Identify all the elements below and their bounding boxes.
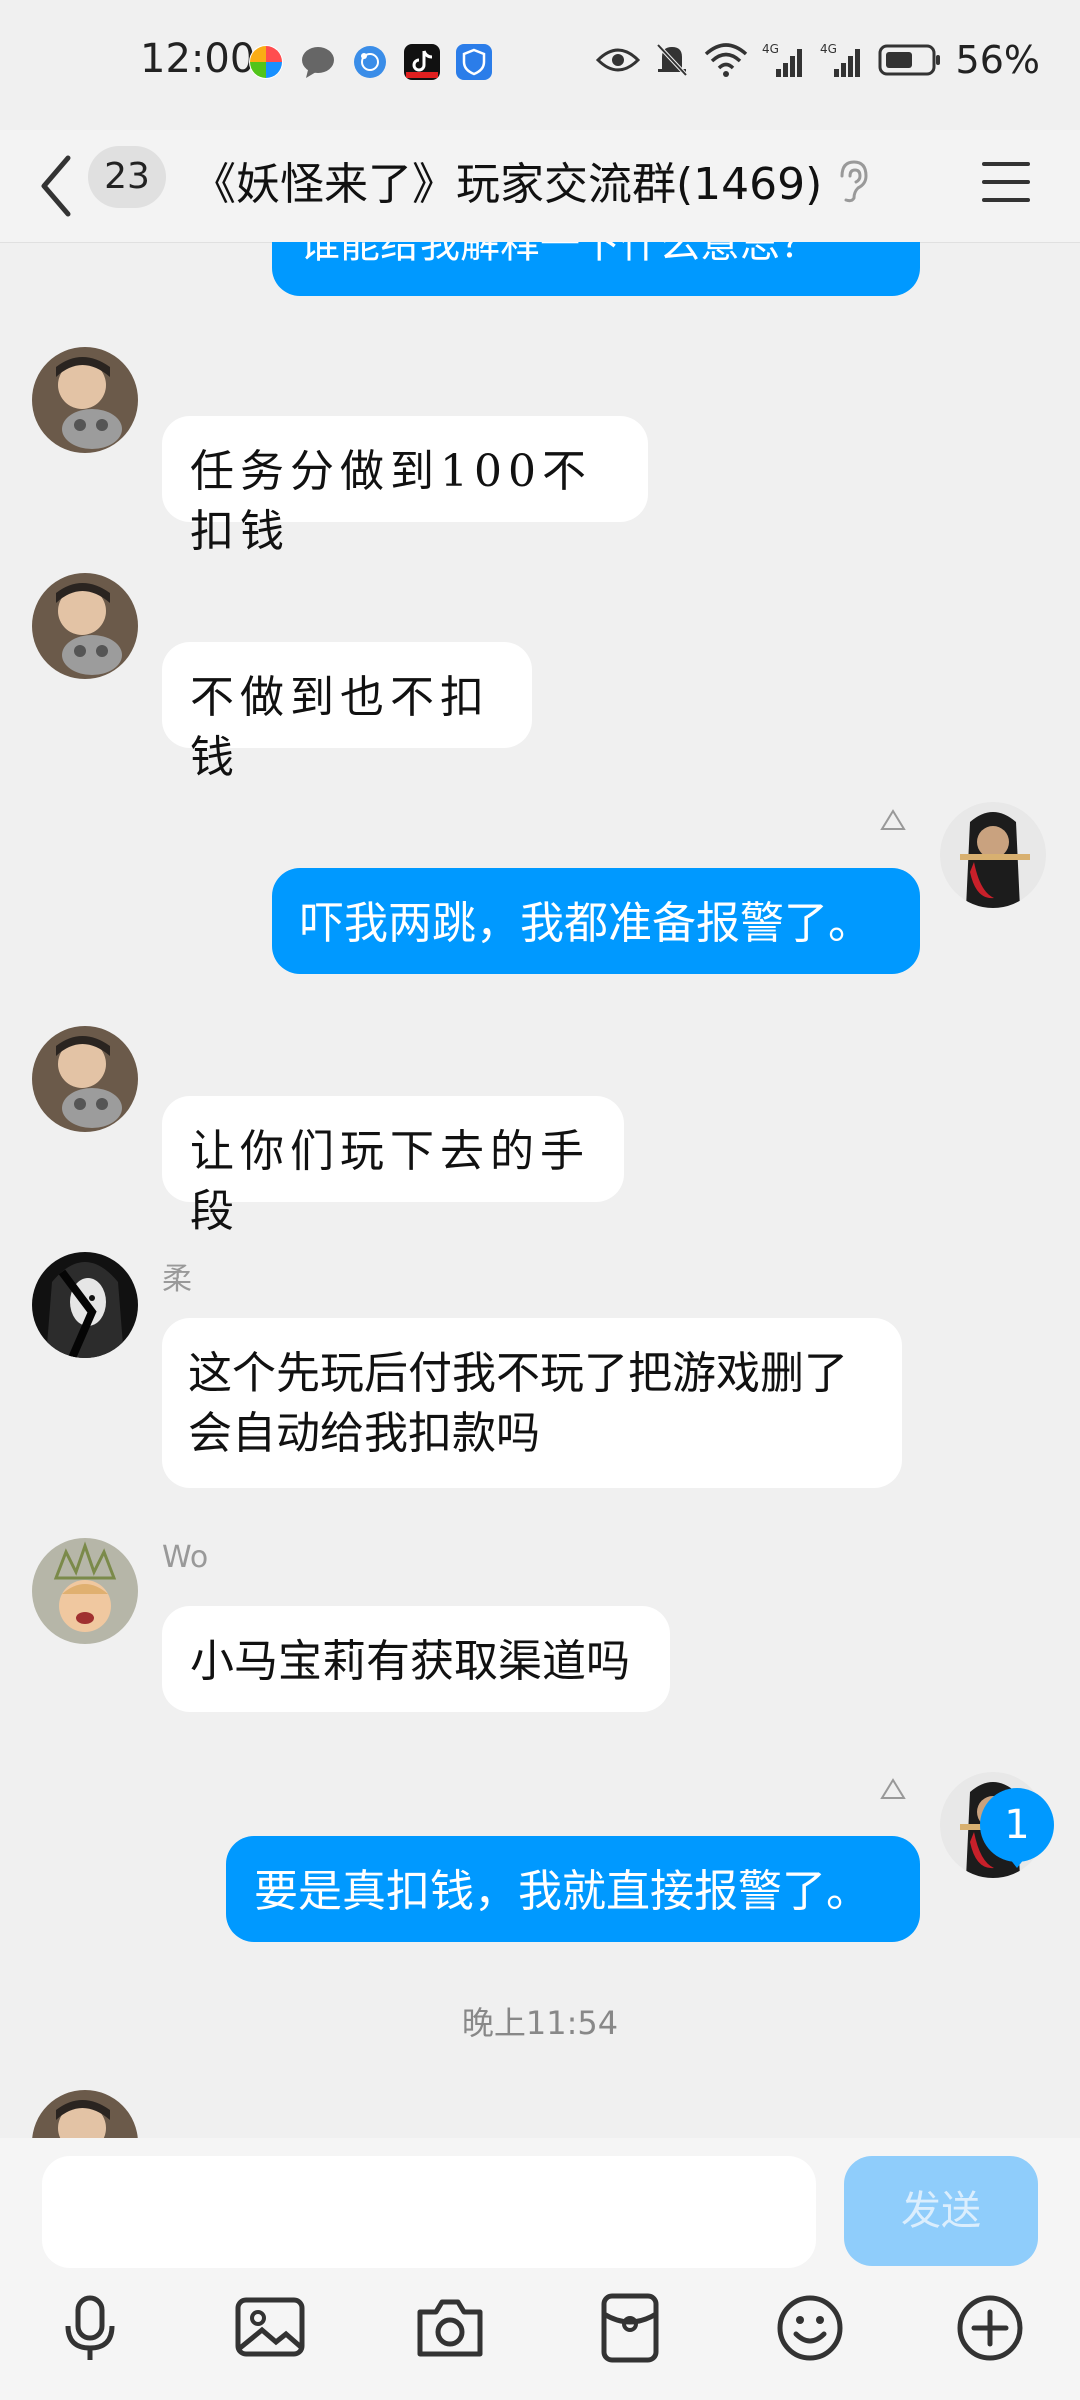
new-message-indicator-tail (1006, 1854, 1028, 1868)
signal-4g-icon-1: 4G (762, 42, 802, 77)
avatar[interactable] (32, 347, 138, 453)
incoming-message-bubble[interactable]: 让你们玩下去的手段 (162, 1096, 624, 1237)
plus-icon[interactable] (952, 2290, 1028, 2366)
message-list[interactable]: 谁能给我解释一下什么意思？ 任务分做到100不扣钱 不做到也不扣钱 吓我两跳，我… (0, 242, 1080, 2138)
eye-icon (595, 48, 640, 72)
svg-text:4G: 4G (762, 42, 779, 56)
emoji-icon[interactable] (772, 2290, 848, 2366)
avatar[interactable] (32, 1538, 138, 1644)
new-message-indicator[interactable]: 1 (980, 1788, 1054, 1862)
menu-icon[interactable] (978, 154, 1034, 210)
red-packet-icon[interactable] (592, 2290, 668, 2366)
svg-text:4G: 4G (820, 42, 837, 56)
app-pinwheel-icon (249, 45, 283, 79)
outgoing-message-bubble[interactable]: 吓我两跳，我都准备报警了。 (272, 868, 920, 974)
outgoing-message-bubble[interactable]: 谁能给我解释一下什么意思？ (272, 242, 920, 296)
back-arrow-icon[interactable] (36, 150, 96, 222)
sender-name: Wo (162, 1540, 209, 1575)
incoming-message-bubble[interactable]: 任务分做到100不扣钱 (162, 416, 648, 557)
message-icon (302, 47, 334, 78)
incoming-message-bubble[interactable]: 小马宝莉有获取渠道吗 (162, 1606, 670, 1712)
incoming-message-bubble[interactable]: 这个先玩后付我不玩了把游戏删了会自动给我扣款吗 (162, 1318, 902, 1488)
battery-percentage: 56% (955, 38, 1040, 82)
avatar[interactable] (32, 1252, 138, 1358)
outgoing-message-bubble[interactable]: 要是真扣钱，我就直接报警了。 (226, 1836, 920, 1942)
battery-icon (878, 44, 940, 76)
app-globe-icon (354, 46, 386, 78)
status-bar: 12:00 4G 4G 56% (0, 0, 1080, 130)
microphone-icon[interactable] (52, 2290, 128, 2366)
ear-icon[interactable] (832, 158, 872, 204)
input-bar: 发送 (0, 2138, 1080, 2400)
status-time: 12:00 (140, 36, 256, 82)
signal-4g-icon-2: 4G (820, 42, 860, 77)
send-button[interactable]: 发送 (844, 2156, 1038, 2266)
system-status-icons: 4G 4G 56% (595, 38, 1040, 82)
sender-name: 柔 (162, 1262, 192, 1297)
incoming-message-bubble[interactable]: 不做到也不扣钱 (162, 642, 532, 783)
mute-bell-icon (656, 43, 687, 77)
read-status-icon (880, 809, 906, 830)
avatar[interactable] (940, 802, 1046, 908)
avatar[interactable] (32, 573, 138, 679)
message-input[interactable] (42, 2156, 816, 2268)
unread-count-badge[interactable]: 23 (88, 146, 166, 208)
chat-header: 23 《妖怪来了》玩家交流群(1469) (0, 130, 1080, 243)
tiktok-icon (404, 44, 440, 80)
message-timestamp: 晚上11:54 (461, 2004, 619, 2042)
camera-icon[interactable] (412, 2290, 488, 2366)
image-icon[interactable] (232, 2290, 308, 2366)
avatar[interactable] (32, 1026, 138, 1132)
shield-icon (456, 44, 492, 80)
group-title[interactable]: 《妖怪来了》玩家交流群(1469) (192, 148, 822, 212)
notification-icons (248, 44, 492, 80)
wifi-icon (704, 43, 747, 77)
avatar[interactable] (32, 2090, 138, 2138)
read-status-icon (880, 1778, 906, 1799)
